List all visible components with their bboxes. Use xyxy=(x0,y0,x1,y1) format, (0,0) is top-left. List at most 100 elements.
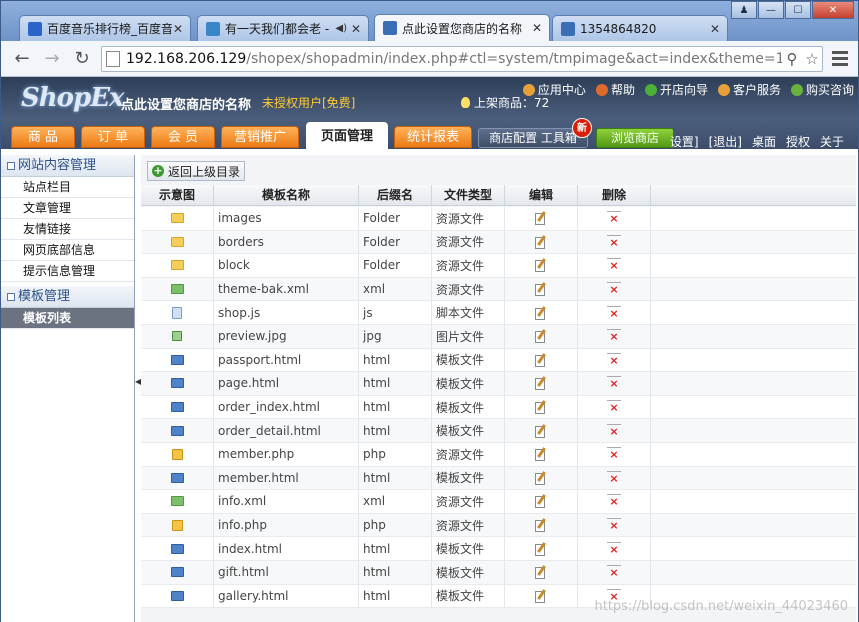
edit-icon[interactable] xyxy=(535,235,547,249)
sidebar-item[interactable]: 站点栏目 xyxy=(1,177,134,198)
edit-icon[interactable] xyxy=(535,352,547,367)
edit-icon[interactable] xyxy=(535,329,547,344)
browser-tab[interactable]: 有一天我们都会老 - ◀) ✕ xyxy=(197,15,369,41)
row-filler xyxy=(651,537,856,560)
header-link[interactable]: 设置] xyxy=(670,133,699,150)
edit-icon[interactable] xyxy=(535,470,547,485)
folder-file-icon xyxy=(170,213,184,224)
delete-icon[interactable]: × xyxy=(607,352,621,367)
column-header[interactable]: 示意图 xyxy=(141,185,214,205)
edit-icon[interactable] xyxy=(535,258,547,273)
menu-icon[interactable] xyxy=(832,51,848,69)
sidebar-item[interactable]: 网页底部信息 xyxy=(1,240,134,261)
reload-icon[interactable]: ↻ xyxy=(71,49,93,71)
delete-icon[interactable]: × xyxy=(607,494,621,508)
file-type: 资源文件 xyxy=(432,207,505,230)
top-link[interactable]: 应用中心 xyxy=(522,81,586,98)
tab-close-icon[interactable]: ✕ xyxy=(350,22,362,36)
tab-close-icon[interactable]: ✕ xyxy=(531,21,543,35)
top-link[interactable]: 开店向导 xyxy=(644,81,708,98)
browser-tab[interactable]: 百度音乐排行榜_百度音 ✕ xyxy=(19,15,191,41)
edit-icon[interactable] xyxy=(535,376,547,391)
back-arrow-icon[interactable]: ← xyxy=(11,49,33,71)
top-link[interactable]: 帮助 xyxy=(595,81,635,98)
thumbnail-cell xyxy=(141,301,214,324)
close-window-button[interactable]: ✕ xyxy=(812,1,854,19)
edit-icon[interactable] xyxy=(535,211,547,226)
nav-tab[interactable]: 页面管理 xyxy=(306,122,388,149)
edit-icon[interactable] xyxy=(535,282,547,297)
edit-icon[interactable] xyxy=(535,494,547,509)
row-filler xyxy=(651,514,856,537)
header-link[interactable]: 关于 xyxy=(820,133,844,150)
tab-close-icon[interactable]: ✕ xyxy=(172,22,184,36)
thumbnail-cell xyxy=(141,254,214,277)
browser-tab[interactable]: 1354864820 ✕ xyxy=(552,15,728,41)
sidebar-group[interactable]: 模板管理 xyxy=(1,286,134,308)
column-header[interactable]: 编辑 xyxy=(505,185,578,205)
edit-icon[interactable] xyxy=(535,541,547,556)
maximize-button[interactable]: ☐ xyxy=(785,1,811,19)
bookmark-star-icon[interactable]: ☆ xyxy=(802,50,822,68)
back-to-parent-button[interactable]: + 返回上级目录 xyxy=(147,161,246,181)
edit-icon[interactable] xyxy=(535,447,547,462)
edit-icon[interactable] xyxy=(535,400,547,415)
delete-icon[interactable]: × xyxy=(607,423,621,438)
zoom-icon[interactable]: ⚲ xyxy=(782,50,802,68)
delete-icon[interactable]: × xyxy=(607,400,621,414)
table-row: borders Folder 资源文件 × xyxy=(141,230,856,255)
header-link[interactable]: 桌面 xyxy=(752,133,776,150)
top-link[interactable]: 购买咨询 xyxy=(790,81,854,98)
top-link[interactable]: 客户服务 xyxy=(717,81,781,98)
delete-icon[interactable]: × xyxy=(607,565,621,579)
xml-file-icon xyxy=(170,496,184,507)
sidebar-item[interactable]: 友情链接 xyxy=(1,219,134,240)
delete-icon[interactable]: × xyxy=(607,282,621,296)
address-bar[interactable]: 192.168.206.129 /shopex/shopadmin/index.… xyxy=(101,46,823,72)
nav-tab[interactable]: 统计报表 xyxy=(394,126,472,148)
collapse-square-icon xyxy=(7,161,15,170)
file-extension: html xyxy=(359,537,432,560)
minimize-button[interactable]: — xyxy=(758,1,784,19)
edit-icon[interactable] xyxy=(535,518,547,533)
delete-icon[interactable]: × xyxy=(607,305,621,320)
delete-icon[interactable]: × xyxy=(607,211,621,225)
header-link[interactable]: 授权 xyxy=(786,133,810,150)
edit-icon[interactable] xyxy=(535,423,547,438)
header-link[interactable]: [退出] xyxy=(709,133,742,150)
html-file-icon xyxy=(170,354,184,365)
delete-icon[interactable]: × xyxy=(607,329,621,343)
sidebar-group[interactable]: 网站内容管理 xyxy=(1,155,134,177)
delete-icon[interactable]: × xyxy=(607,447,621,461)
nav-tab[interactable]: 商 品 xyxy=(11,126,75,148)
row-filler xyxy=(651,207,856,230)
nav-tab[interactable]: 会 员 xyxy=(151,126,215,148)
unauthorized-notice[interactable]: 未授权用户[免费] xyxy=(262,94,355,111)
column-header[interactable]: 模板名称 xyxy=(214,185,359,205)
delete-icon[interactable]: × xyxy=(607,376,621,390)
nav-tab[interactable]: 营销推广 xyxy=(221,126,299,148)
file-type: 模板文件 xyxy=(432,466,505,490)
edit-icon[interactable] xyxy=(535,305,547,320)
sidebar-item[interactable]: 模板列表 xyxy=(1,308,134,329)
user-icon[interactable]: ♟ xyxy=(731,1,757,19)
edit-icon[interactable] xyxy=(535,588,547,603)
column-header[interactable]: 后缀名 xyxy=(359,185,432,205)
delete-icon[interactable]: × xyxy=(607,234,621,249)
edit-cell xyxy=(505,372,578,395)
browser-tab[interactable]: 点此设置您商店的名称 ✕ xyxy=(374,14,550,41)
delete-icon[interactable]: × xyxy=(607,518,621,532)
column-header[interactable]: 删除 xyxy=(578,185,651,205)
forward-arrow-icon[interactable]: → xyxy=(41,49,63,71)
sidebar-item[interactable]: 提示信息管理 xyxy=(1,261,134,282)
store-name[interactable]: 点此设置您商店的名称 xyxy=(121,94,251,113)
delete-icon[interactable]: × xyxy=(607,541,621,556)
tab-close-icon[interactable]: ✕ xyxy=(709,22,721,36)
edit-icon[interactable] xyxy=(535,565,547,580)
delete-icon[interactable]: × xyxy=(607,470,621,485)
sidebar-item[interactable]: 文章管理 xyxy=(1,198,134,219)
nav-tab[interactable]: 订 单 xyxy=(81,126,145,148)
file-type: 模板文件 xyxy=(432,372,505,395)
column-header[interactable]: 文件类型 xyxy=(432,185,505,205)
delete-icon[interactable]: × xyxy=(607,258,621,272)
